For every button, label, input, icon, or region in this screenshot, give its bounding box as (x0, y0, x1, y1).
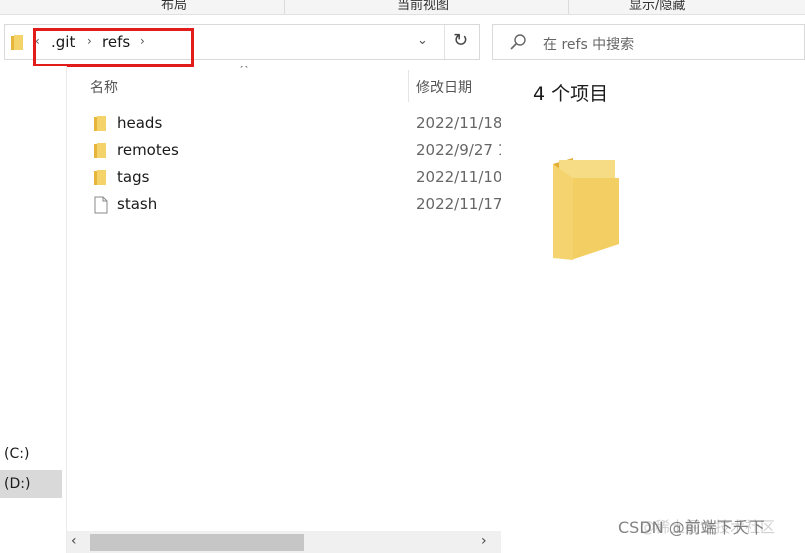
sort-ascending-icon: ^ (239, 66, 250, 76)
file-date: 2022/11/18 (416, 114, 501, 132)
item-count: 4 个项目 (533, 83, 609, 105)
ribbon: 布局 当前视图 显示/隐藏 (0, 0, 805, 15)
file-date: 2022/11/10 (416, 168, 501, 186)
folder-icon (11, 34, 23, 54)
nav-drive-d[interactable]: (D:) (0, 470, 62, 498)
file-name: remotes (117, 141, 179, 159)
ribbon-divider (284, 0, 285, 14)
column-header-name[interactable]: 名称 (90, 77, 118, 97)
search-icon (509, 33, 527, 55)
file-list: ^ 名称 修改日期 heads 2022/11/18 remotes 2022/… (67, 66, 501, 553)
scroll-right-icon[interactable]: › (481, 533, 487, 549)
chevron-down-icon[interactable]: ⌄ (417, 33, 428, 48)
scrollbar-thumb[interactable] (90, 534, 304, 551)
horizontal-scrollbar[interactable]: ‹ › (67, 531, 501, 553)
search-box[interactable]: 在 refs 中搜索 (492, 24, 805, 60)
folder-icon (94, 169, 106, 189)
ribbon-tab-layout[interactable]: 布局 (161, 0, 187, 13)
navigation-pane: (C:) (D:) (0, 66, 67, 553)
file-name: heads (117, 114, 163, 132)
ribbon-tab-show-hide[interactable]: 显示/隐藏 (629, 0, 685, 13)
file-date: 2022/9/27 1 (416, 141, 501, 159)
column-divider[interactable] (408, 70, 409, 102)
nav-drive-c[interactable]: (C:) (0, 440, 62, 468)
folder-icon (94, 142, 106, 162)
search-input[interactable]: 在 refs 中搜索 (543, 34, 634, 54)
file-name: tags (117, 168, 150, 186)
large-folder-icon (549, 154, 627, 266)
file-row-tags[interactable]: tags 2022/11/10 (67, 164, 501, 191)
column-header-modified[interactable]: 修改日期 (416, 77, 472, 97)
file-row-stash[interactable]: stash 2022/11/17 (67, 191, 501, 218)
refresh-icon[interactable]: ↻ (453, 30, 468, 51)
ribbon-divider (568, 0, 569, 14)
file-row-remotes[interactable]: remotes 2022/9/27 1 (67, 137, 501, 164)
file-date: 2022/11/17 (416, 195, 501, 213)
file-row-heads[interactable]: heads 2022/11/18 (67, 110, 501, 137)
folder-icon (94, 115, 106, 135)
address-divider (444, 25, 445, 59)
scroll-left-icon[interactable]: ‹ (71, 533, 77, 549)
preview-pane: 4 个项目 (501, 66, 805, 553)
file-icon (94, 196, 108, 218)
highlight-box (33, 28, 194, 67)
ribbon-tab-current-view[interactable]: 当前视图 (397, 0, 449, 13)
file-name: stash (117, 195, 158, 213)
watermark: CSDN @前端下夭下 (618, 518, 765, 537)
